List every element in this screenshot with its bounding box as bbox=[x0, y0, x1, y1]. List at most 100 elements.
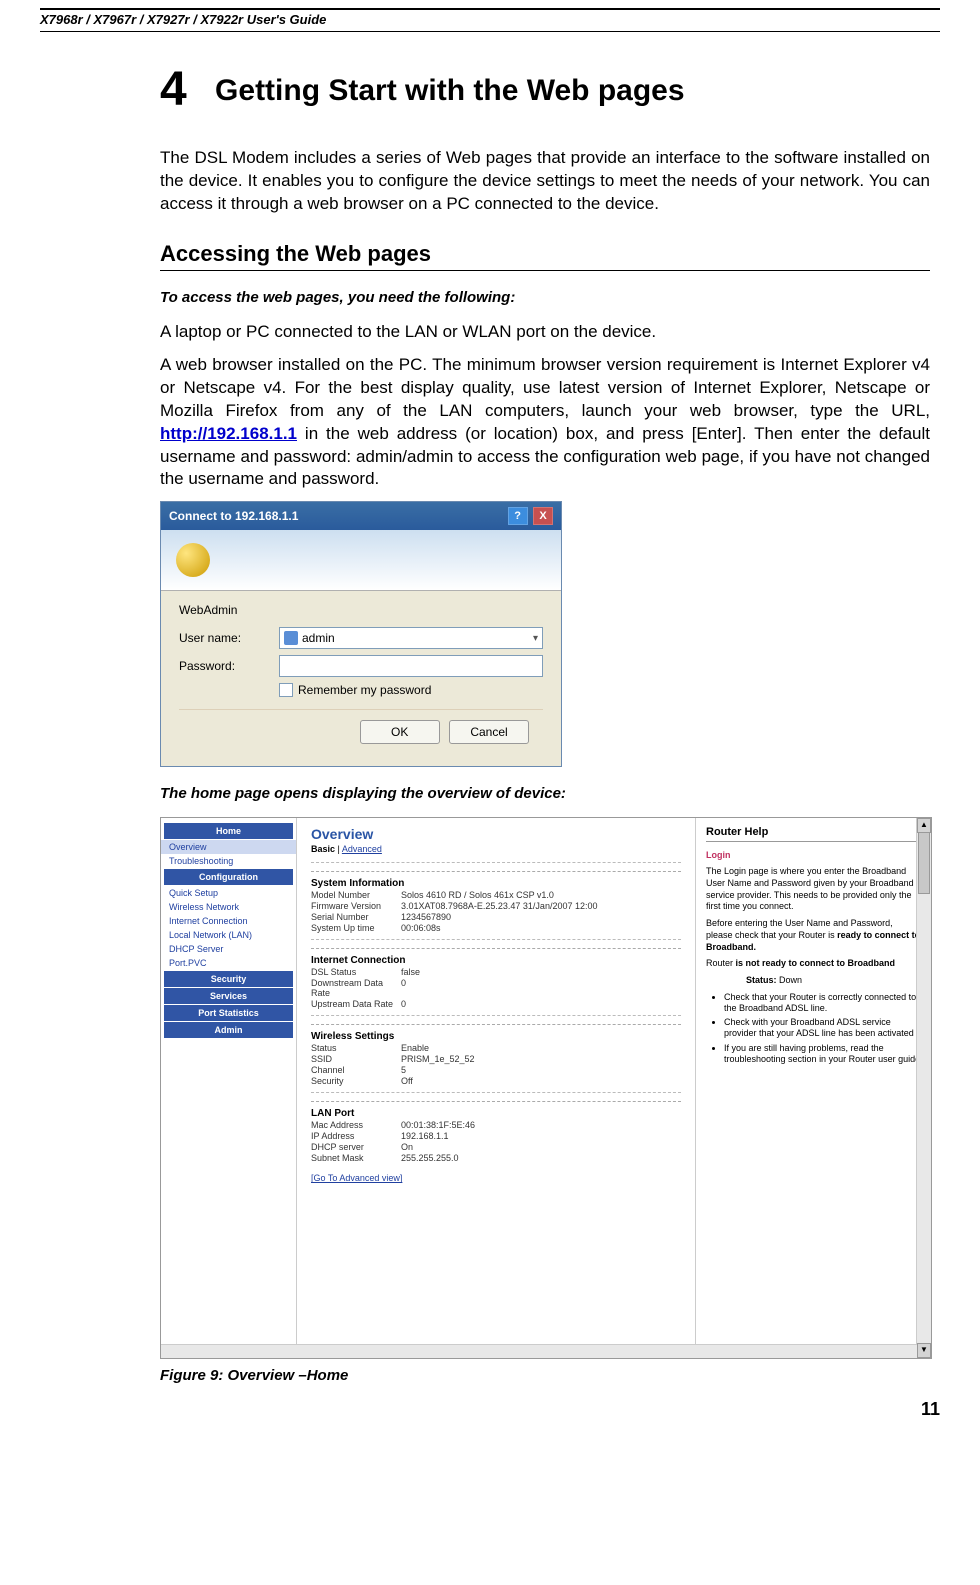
login-dialog: Connect to 192.168.1.1 ? X WebAdmin User… bbox=[160, 501, 562, 767]
router-help-panel: Router Help Login The Login page is wher… bbox=[696, 818, 931, 1358]
figure-caption: Figure 9: Overview –Home bbox=[160, 1367, 930, 1384]
scroll-up-icon[interactable]: ▲ bbox=[917, 818, 931, 833]
help-p1: The Login page is where you enter the Br… bbox=[706, 866, 921, 913]
remember-label: Remember my password bbox=[298, 683, 431, 697]
lan-v1: 192.168.1.1 bbox=[401, 1131, 449, 1141]
doc-header-title: X7968r / X7967r / X7927r / X7922r User's… bbox=[40, 12, 326, 27]
sidebar-item-portpvc[interactable]: Port.PVC bbox=[161, 956, 296, 970]
cancel-button[interactable]: Cancel bbox=[449, 720, 529, 744]
intro-paragraph: The DSL Modem includes a series of Web p… bbox=[160, 147, 930, 216]
sidebar-item-internet[interactable]: Internet Connection bbox=[161, 914, 296, 928]
help-bullet-3: If you are still having problems, read t… bbox=[724, 1043, 921, 1066]
ic-k2: Upstream Data Rate bbox=[311, 999, 401, 1009]
close-icon[interactable]: X bbox=[533, 507, 553, 525]
wireless-heading: Wireless Settings bbox=[311, 1024, 681, 1042]
chapter-number: 4 bbox=[160, 63, 187, 116]
subheading-1: To access the web pages, you need the fo… bbox=[160, 289, 930, 306]
sidebar-section-services[interactable]: Services bbox=[164, 988, 293, 1004]
username-input[interactable]: admin ▾ bbox=[279, 627, 543, 649]
internet-heading: Internet Connection bbox=[311, 948, 681, 966]
help-p3: Router is not ready to connect to Broadb… bbox=[706, 958, 921, 970]
scroll-down-icon[interactable]: ▼ bbox=[917, 1343, 931, 1358]
sys-v0: Solos 4610 RD / Solos 461x CSP v1.0 bbox=[401, 890, 554, 900]
lan-heading: LAN Port bbox=[311, 1101, 681, 1119]
sys-k0: Model Number bbox=[311, 890, 401, 900]
page-number: 11 bbox=[40, 1399, 940, 1420]
ic-v0: false bbox=[401, 967, 420, 977]
sys-v3: 00:06:08s bbox=[401, 923, 441, 933]
sys-v1: 3.01XAT08.7968A-E.25.23.47 31/Jan/2007 1… bbox=[401, 901, 598, 911]
router-url-link[interactable]: http://192.168.1.1 bbox=[160, 424, 297, 443]
ws-v0: Enable bbox=[401, 1043, 429, 1053]
lan-k2: DHCP server bbox=[311, 1142, 401, 1152]
overview-screenshot: Home Overview Troubleshooting Configurat… bbox=[160, 817, 932, 1359]
keys-icon bbox=[176, 543, 210, 577]
lan-v0: 00:01:38:1F:5E:46 bbox=[401, 1120, 475, 1130]
sidebar-section-config[interactable]: Configuration bbox=[164, 869, 293, 885]
password-input[interactable] bbox=[279, 655, 543, 677]
sidebar-section-security[interactable]: Security bbox=[164, 971, 293, 987]
remember-checkbox[interactable] bbox=[279, 683, 293, 697]
help-icon[interactable]: ? bbox=[508, 507, 528, 525]
sys-v2: 1234567890 bbox=[401, 912, 451, 922]
lan-v2: On bbox=[401, 1142, 413, 1152]
username-value: admin bbox=[302, 631, 335, 645]
vertical-scrollbar[interactable]: ▲ ▼ bbox=[916, 818, 931, 1358]
login-realm: WebAdmin bbox=[179, 603, 543, 617]
horizontal-scrollbar[interactable] bbox=[161, 1344, 917, 1358]
sys-k1: Firmware Version bbox=[311, 901, 401, 911]
sidebar-item-quicksetup[interactable]: Quick Setup bbox=[161, 886, 296, 900]
username-label: User name: bbox=[179, 631, 279, 645]
password-label: Password: bbox=[179, 659, 279, 673]
lan-k1: IP Address bbox=[311, 1131, 401, 1141]
section-heading: Accessing the Web pages bbox=[160, 241, 930, 271]
lan-v3: 255.255.255.0 bbox=[401, 1153, 459, 1163]
help-status: Status: Down bbox=[746, 975, 921, 987]
sysinfo-heading: System Information bbox=[311, 871, 681, 889]
help-p2: Before entering the User Name and Passwo… bbox=[706, 918, 921, 953]
tab-advanced[interactable]: Advanced bbox=[342, 844, 382, 854]
ws-k3: Security bbox=[311, 1076, 401, 1086]
sidebar-section-portstats[interactable]: Port Statistics bbox=[164, 1005, 293, 1021]
chapter-heading: 4 Getting Start with the Web pages bbox=[160, 62, 930, 117]
paragraph-1: A laptop or PC connected to the LAN or W… bbox=[160, 321, 930, 344]
sidebar-item-troubleshooting[interactable]: Troubleshooting bbox=[161, 854, 296, 868]
sidebar-item-overview[interactable]: Overview bbox=[161, 840, 296, 854]
sys-k2: Serial Number bbox=[311, 912, 401, 922]
ws-k1: SSID bbox=[311, 1054, 401, 1064]
sidebar-item-dhcp[interactable]: DHCP Server bbox=[161, 942, 296, 956]
ic-k0: DSL Status bbox=[311, 967, 401, 977]
help-title: Router Help bbox=[706, 826, 921, 842]
sidebar-section-admin[interactable]: Admin bbox=[164, 1022, 293, 1038]
ws-v1: PRISM_1e_52_52 bbox=[401, 1054, 475, 1064]
login-dialog-title: Connect to 192.168.1.1 bbox=[169, 509, 298, 523]
ws-v2: 5 bbox=[401, 1065, 406, 1075]
sidebar: Home Overview Troubleshooting Configurat… bbox=[161, 818, 297, 1358]
sidebar-item-wireless[interactable]: Wireless Network bbox=[161, 900, 296, 914]
ic-v2: 0 bbox=[401, 999, 406, 1009]
ws-v3: Off bbox=[401, 1076, 413, 1086]
para2-text-a: A web browser installed on the PC. The m… bbox=[160, 355, 930, 420]
ic-v1: 0 bbox=[401, 978, 406, 998]
help-login-heading: Login bbox=[706, 850, 921, 860]
sidebar-section-home[interactable]: Home bbox=[164, 823, 293, 839]
help-bullet-1: Check that your Router is correctly conn… bbox=[724, 992, 921, 1015]
lan-k3: Subnet Mask bbox=[311, 1153, 401, 1163]
tab-basic[interactable]: Basic bbox=[311, 844, 335, 854]
login-banner bbox=[161, 530, 561, 591]
subheading-2: The home page opens displaying the overv… bbox=[160, 785, 930, 802]
scroll-thumb[interactable] bbox=[918, 832, 930, 894]
sidebar-item-lan[interactable]: Local Network (LAN) bbox=[161, 928, 296, 942]
paragraph-2: A web browser installed on the PC. The m… bbox=[160, 354, 930, 492]
lan-k0: Mac Address bbox=[311, 1120, 401, 1130]
help-bullet-2: Check with your Broadband ADSL service p… bbox=[724, 1017, 921, 1040]
chapter-title: Getting Start with the Web pages bbox=[215, 74, 684, 107]
ok-button[interactable]: OK bbox=[360, 720, 440, 744]
overview-main: Overview Basic | Advanced System Informa… bbox=[297, 818, 696, 1358]
go-advanced-link[interactable]: [Go To Advanced view] bbox=[311, 1173, 681, 1183]
overview-title: Overview bbox=[311, 826, 681, 842]
ws-k0: Status bbox=[311, 1043, 401, 1053]
ic-k1: Downstream Data Rate bbox=[311, 978, 401, 998]
ws-k2: Channel bbox=[311, 1065, 401, 1075]
dropdown-icon[interactable]: ▾ bbox=[533, 633, 538, 644]
